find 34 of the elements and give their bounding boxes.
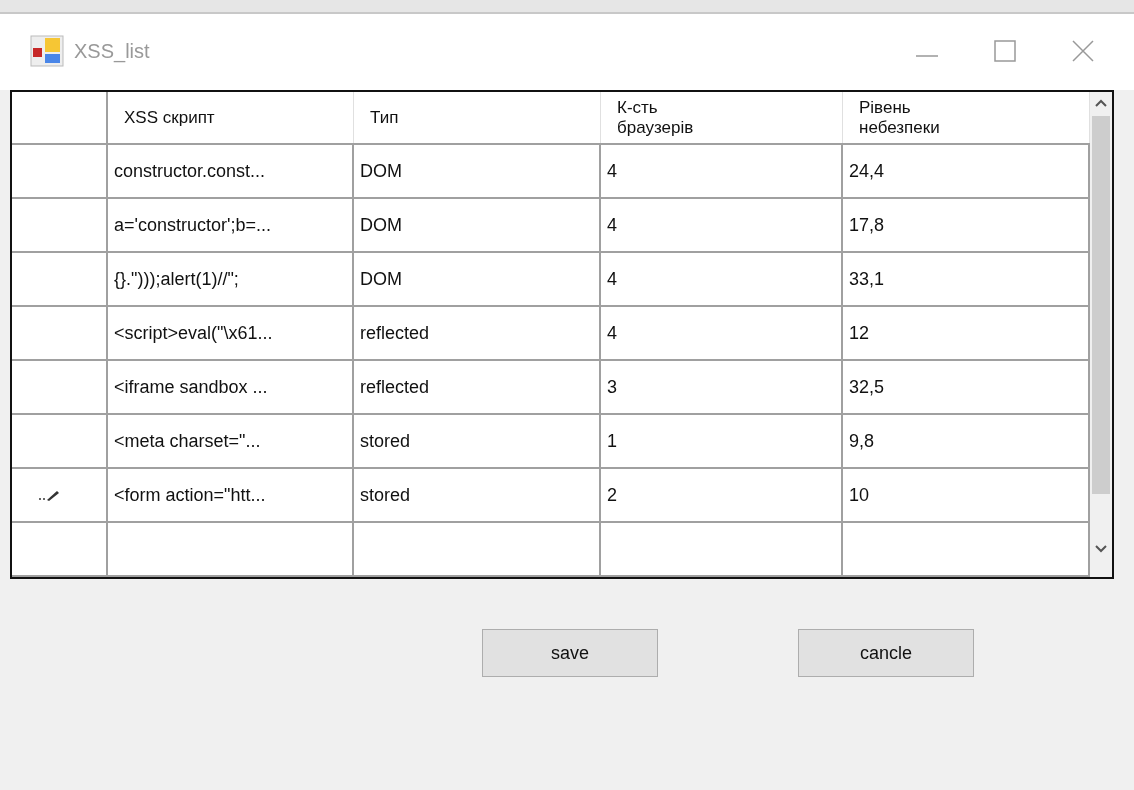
table-cell[interactable]: 4: [601, 199, 843, 251]
table-cell[interactable]: 4: [601, 307, 843, 359]
column-header[interactable]: К-сть браузерів: [601, 92, 843, 143]
table-cell[interactable]: DOM: [354, 253, 601, 305]
table-cell[interactable]: 1: [601, 415, 843, 467]
cancel-button[interactable]: cancle: [798, 629, 974, 677]
table-cell[interactable]: <form action="htt...: [108, 469, 354, 521]
table-cell[interactable]: 4: [601, 253, 843, 305]
scroll-thumb[interactable]: [1092, 116, 1110, 494]
scroll-down-icon[interactable]: [1094, 544, 1108, 554]
app-icon: [30, 35, 64, 67]
table-cell[interactable]: DOM: [354, 145, 601, 197]
table-cell[interactable]: <iframe sandbox ...: [108, 361, 354, 413]
table-cell[interactable]: reflected: [354, 361, 601, 413]
save-button[interactable]: save: [482, 629, 658, 677]
column-header[interactable]: Тип: [354, 92, 601, 143]
table-cell[interactable]: constructor.const...: [108, 145, 354, 197]
table-cell[interactable]: <meta charset="...: [108, 415, 354, 467]
maximize-icon[interactable]: [994, 40, 1016, 62]
table-cell[interactable]: stored: [354, 415, 601, 467]
column-header[interactable]: XSS скрипт: [108, 92, 354, 143]
table-cell[interactable]: {}.")));alert(1)//";: [108, 253, 354, 305]
table-cell[interactable]: a='constructor';b=...: [108, 199, 354, 251]
scroll-up-icon[interactable]: [1094, 98, 1108, 108]
window-title: XSS_list: [74, 39, 150, 65]
table-cell[interactable]: 3: [601, 361, 843, 413]
close-icon[interactable]: [1072, 40, 1094, 62]
table-cell[interactable]: DOM: [354, 199, 601, 251]
scrollbar[interactable]: [1090, 92, 1112, 577]
table-cell[interactable]: <script>eval("\x61...: [108, 307, 354, 359]
table-cell[interactable]: stored: [354, 469, 601, 521]
table-cell[interactable]: 4: [601, 145, 843, 197]
table-cell[interactable]: reflected: [354, 307, 601, 359]
table-cell[interactable]: 2: [601, 469, 843, 521]
